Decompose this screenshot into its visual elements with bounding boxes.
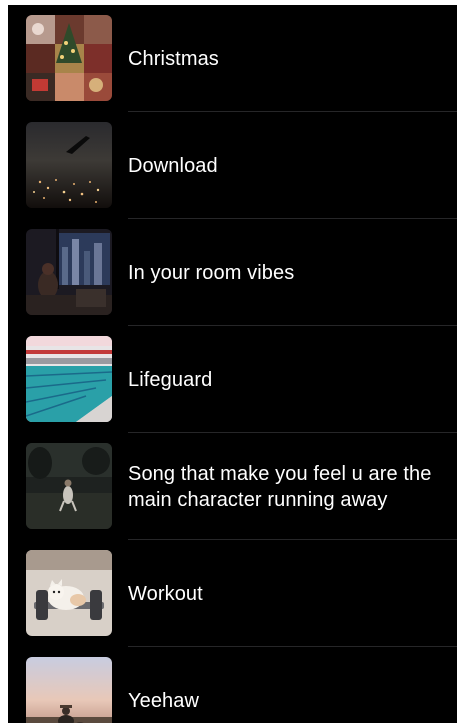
playlist-title: Lifeguard — [128, 368, 213, 391]
playlist-screen: Christmas Download In your room vibes Li… — [8, 5, 457, 723]
playlist-title: Christmas — [128, 47, 219, 70]
playlist-title: In your room vibes — [128, 261, 295, 284]
playlist-artwork-main-character — [26, 443, 112, 529]
playlist-list: Christmas Download In your room vibes Li… — [8, 5, 457, 723]
playlist-artwork-download — [26, 122, 112, 208]
playlist-row-workout[interactable]: Workout — [8, 540, 457, 647]
playlist-artwork-yeehaw — [26, 657, 112, 723]
playlist-row-in-your-room-vibes[interactable]: In your room vibes — [8, 219, 457, 326]
playlist-artwork-in-your-room-vibes — [26, 229, 112, 315]
playlist-title: Yeehaw — [128, 689, 200, 712]
playlist-title: Download — [128, 154, 218, 177]
playlist-row-christmas[interactable]: Christmas — [8, 5, 457, 112]
playlist-row-yeehaw[interactable]: Yeehaw — [8, 647, 457, 723]
playlist-row-main-character[interactable]: Song that make you feel u are the main c… — [8, 433, 457, 540]
playlist-row-download[interactable]: Download — [8, 112, 457, 219]
playlist-title: Workout — [128, 582, 203, 605]
playlist-artwork-lifeguard — [26, 336, 112, 422]
playlist-artwork-workout — [26, 550, 112, 636]
playlist-row-lifeguard[interactable]: Lifeguard — [8, 326, 457, 433]
playlist-artwork-christmas — [26, 15, 112, 101]
playlist-title: Song that make you feel u are the main c… — [128, 462, 432, 511]
